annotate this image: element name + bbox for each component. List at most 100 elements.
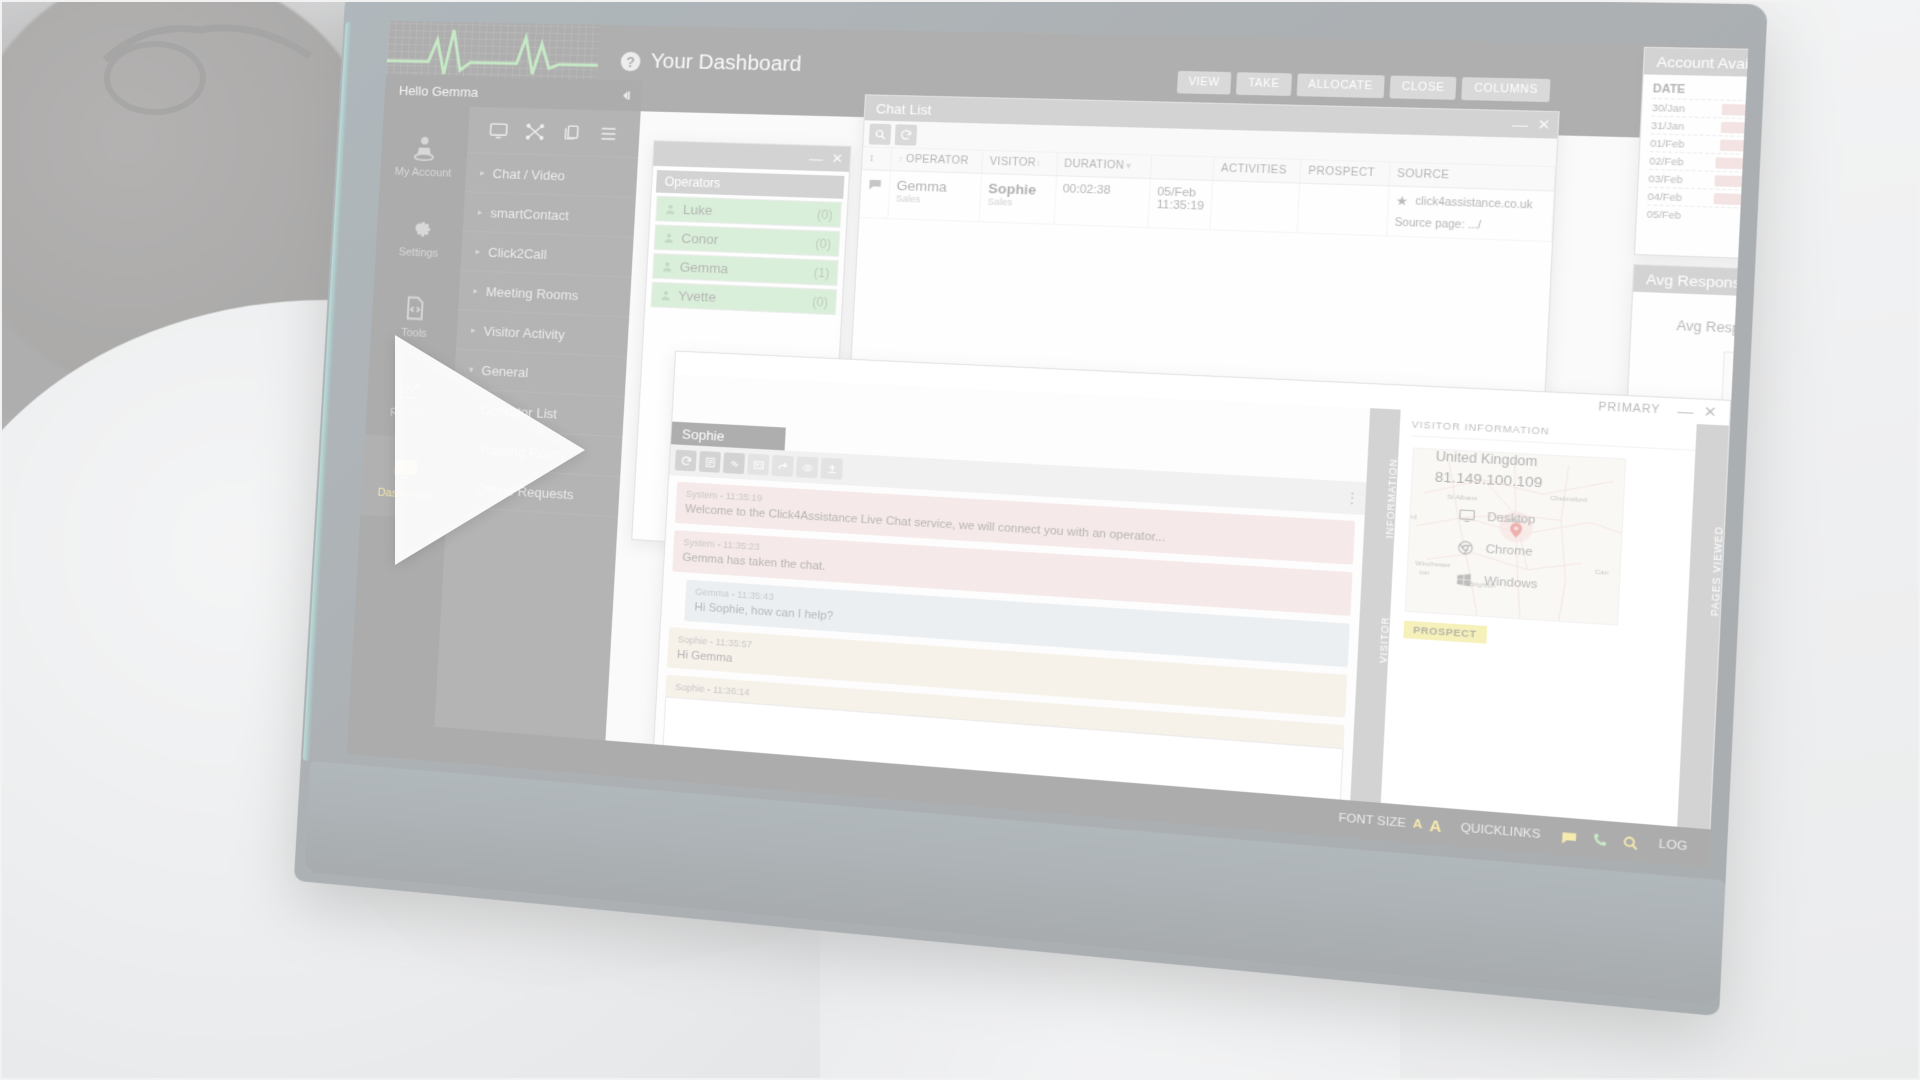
- sidebar-label: My Account: [394, 165, 452, 180]
- sidebar-item-my-account[interactable]: My Account: [379, 115, 469, 198]
- minimize-icon[interactable]: —: [1677, 402, 1694, 420]
- chat-list-title: Chat List: [875, 100, 932, 118]
- sidebar-label: Reports: [389, 406, 429, 421]
- visitor-country: United Kingdom: [1435, 448, 1538, 470]
- sidebar-item-tools[interactable]: Tools: [370, 274, 460, 358]
- refresh-icon[interactable]: [894, 123, 918, 146]
- menu-item-smartcontact[interactable]: ▸ smartContact: [462, 192, 636, 238]
- person-icon: [410, 136, 439, 162]
- menu-item-label: Click2Call: [487, 244, 548, 262]
- log-label[interactable]: LOG: [1658, 838, 1687, 854]
- sidebar-item-reports[interactable]: Reports: [365, 354, 455, 439]
- search-icon[interactable]: [868, 123, 892, 145]
- browser-label: Chrome: [1485, 542, 1533, 559]
- cell-operator: Gemma Sales: [887, 170, 983, 222]
- link-icon[interactable]: [722, 452, 746, 475]
- message-time: 11:35:57: [715, 636, 753, 650]
- column-operator[interactable]: ↕ OPERATOR: [890, 148, 984, 174]
- minimize-icon[interactable]: —: [809, 150, 824, 166]
- operator-count: (0): [811, 293, 829, 310]
- list-icon[interactable]: [598, 123, 620, 144]
- windows-icon: [1457, 573, 1472, 587]
- question-mark-icon[interactable]: ?: [620, 51, 641, 72]
- shuffle-icon[interactable]: [524, 121, 545, 142]
- operator-row[interactable]: Conor (0): [653, 224, 841, 257]
- column-activities[interactable]: ACTIVITIES: [1212, 157, 1302, 184]
- eye-icon[interactable]: [795, 456, 819, 479]
- sort-handle-icon[interactable]: ↕: [861, 147, 892, 171]
- chevron-right-icon: ▸: [470, 324, 476, 335]
- close-icon[interactable]: ✕: [831, 151, 844, 168]
- operators-title: Operators: [664, 174, 721, 191]
- minimize-icon[interactable]: —: [1512, 116, 1528, 133]
- operator-row[interactable]: Luke (0): [655, 195, 842, 228]
- message-sender: System: [685, 488, 718, 501]
- collapse-left-icon[interactable]: [618, 88, 633, 103]
- columns-button[interactable]: COLUMNS: [1461, 77, 1551, 103]
- chrome-icon: [1457, 539, 1476, 557]
- column-duration[interactable]: DURATION▼: [1056, 152, 1152, 179]
- monitor-icon: [394, 458, 418, 479]
- column-date: [1150, 155, 1215, 181]
- screenshot-root: ONLINE ? Your Dashboard My Account: [0, 0, 1920, 1080]
- message-time: 11:35:19: [725, 490, 763, 504]
- close-icon[interactable]: ✕: [1537, 116, 1551, 134]
- svg-text:ton: ton: [1419, 570, 1429, 577]
- font-size-control[interactable]: FONT SIZE A A: [1338, 809, 1442, 836]
- svg-text:Can: Can: [1595, 569, 1609, 577]
- sidebar-label: Settings: [398, 245, 439, 260]
- view-button[interactable]: VIEW: [1176, 70, 1232, 95]
- search-icon[interactable]: [1620, 833, 1639, 851]
- cell-datetime: 05/Feb 11:35:19: [1148, 178, 1213, 230]
- menu-item-label: Operator List: [480, 401, 558, 422]
- column-visitor[interactable]: VISITOR↕: [982, 150, 1058, 176]
- forward-icon[interactable]: [771, 454, 794, 477]
- sidebar-label: Dashboard: [377, 486, 432, 502]
- page-title: ? Your Dashboard: [620, 50, 802, 78]
- menu-panel: Hello Gemma ▸ Chat / Video ▸ smartContac…: [384, 74, 643, 776]
- operators-header: Operators: [655, 170, 845, 199]
- transcript-icon[interactable]: [698, 450, 721, 473]
- chevron-right-icon: ▸: [473, 284, 479, 296]
- upload-icon[interactable]: [820, 457, 843, 480]
- menu-item-chat-video[interactable]: ▸ Chat / Video: [464, 153, 639, 199]
- status-bar-icons: [1559, 828, 1639, 851]
- column-prospect[interactable]: PROSPECT: [1300, 159, 1390, 186]
- message-time: 11:35:43: [737, 588, 775, 602]
- laptop-screen: ONLINE ? Your Dashboard My Account: [346, 20, 1749, 868]
- quicklinks-label[interactable]: QUICKLINKS: [1460, 822, 1541, 842]
- chat-bubble-icon[interactable]: [1559, 828, 1578, 846]
- cell-duration: 00:02:38: [1053, 175, 1151, 228]
- font-size-small-button[interactable]: A: [1413, 818, 1423, 832]
- chevron-right-icon: ▸: [479, 167, 485, 178]
- monitor-icon[interactable]: [488, 120, 509, 141]
- refresh-icon[interactable]: [674, 449, 697, 472]
- allocate-button[interactable]: ALLOCATE: [1296, 73, 1385, 99]
- menu-quick-icons: [467, 106, 641, 159]
- sidebar-item-dashboard[interactable]: Dashboard: [360, 434, 451, 521]
- menu-item-label: General: [481, 362, 529, 380]
- more-options-icon[interactable]: ⋮: [1344, 489, 1360, 507]
- menu-item-click2call[interactable]: ▸ Click2Call: [460, 231, 634, 278]
- operator-row[interactable]: Yvette (0): [650, 281, 838, 316]
- device-row: Desktop: [1458, 507, 1541, 528]
- card-icon[interactable]: [747, 453, 770, 476]
- message-sender: Sophie: [677, 633, 708, 647]
- cell-activities: [1210, 180, 1301, 233]
- close-icon[interactable]: ✕: [1703, 403, 1717, 422]
- cell-prospect: [1297, 183, 1389, 236]
- phone-icon[interactable]: [1590, 830, 1609, 848]
- operator-name: Gemma: [679, 259, 729, 277]
- glasses-icon: [102, 24, 312, 115]
- menu-item-offline-requests[interactable]: Offline Requests: [446, 467, 621, 518]
- close-button[interactable]: CLOSE: [1389, 75, 1458, 100]
- font-size-label: FONT SIZE: [1338, 811, 1407, 831]
- copy-icon[interactable]: [561, 122, 583, 143]
- operator-row[interactable]: Gemma (1): [652, 252, 839, 287]
- menu-item-label: Training Room: [478, 441, 565, 462]
- menu-item-label: Offline Requests: [475, 480, 575, 502]
- font-size-large-button[interactable]: A: [1429, 817, 1442, 836]
- take-button[interactable]: TAKE: [1236, 72, 1292, 96]
- sidebar-item-settings[interactable]: Settings: [374, 194, 464, 277]
- svg-text:rd: rd: [1410, 514, 1417, 521]
